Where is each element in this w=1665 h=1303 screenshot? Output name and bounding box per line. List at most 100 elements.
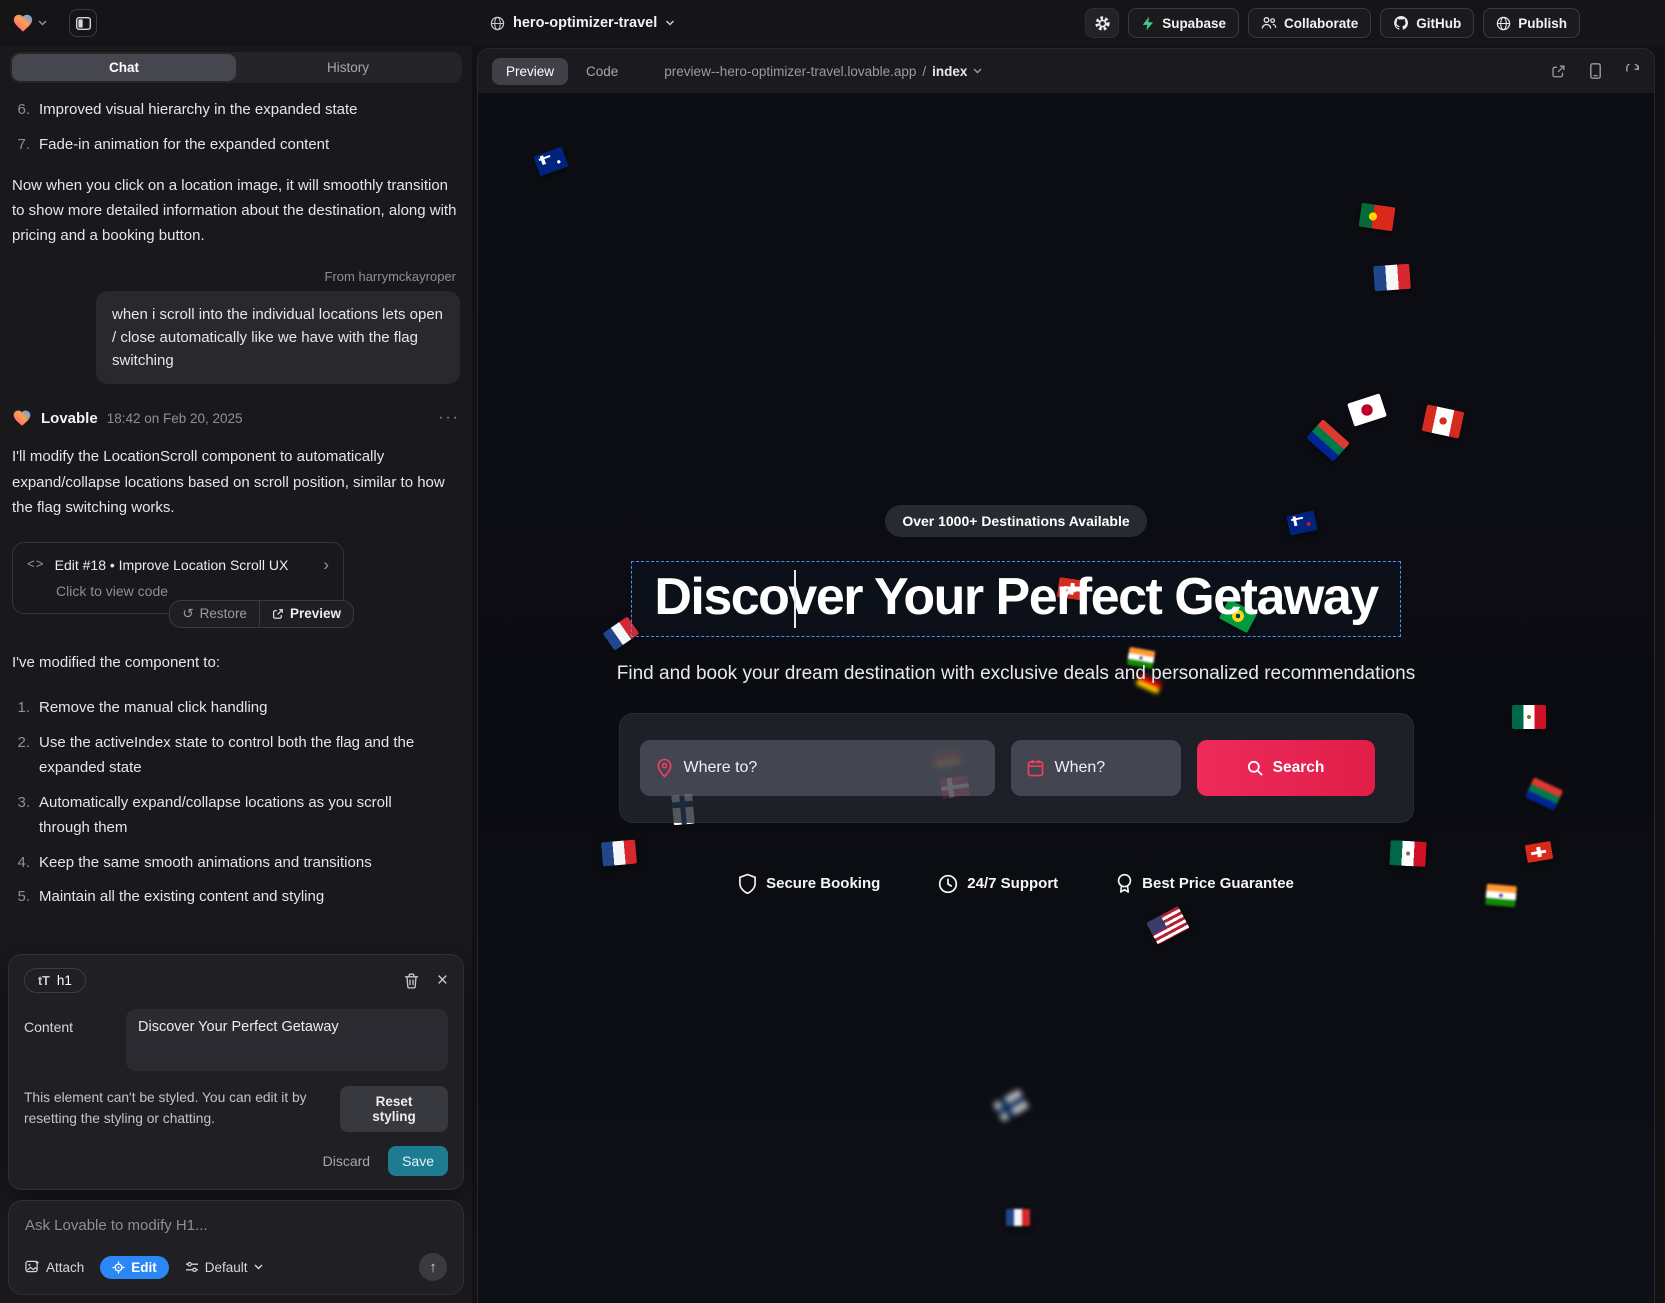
crosshair-icon (112, 1261, 125, 1274)
calendar-icon (1027, 759, 1044, 777)
attach-label: Attach (46, 1260, 84, 1275)
mobile-view-button[interactable] (1590, 63, 1601, 79)
composer-input[interactable] (25, 1217, 447, 1234)
people-icon (1261, 16, 1277, 30)
panel-toggle-icon (76, 17, 91, 30)
preview-url[interactable]: preview--hero-optimizer-travel.lovable.a… (664, 64, 982, 79)
assistant-header: Lovable 18:42 on Feb 20, 2025 ··· (12, 408, 460, 428)
discard-button[interactable]: Discard (311, 1146, 382, 1176)
publish-button[interactable]: Publish (1483, 8, 1580, 38)
tab-history[interactable]: History (236, 54, 460, 81)
element-tag-pill[interactable]: tT h1 (24, 968, 86, 993)
edit-mode-label: Edit (131, 1260, 157, 1275)
location-pin-icon (656, 758, 673, 778)
where-placeholder: Where to? (684, 759, 758, 777)
search-button[interactable]: Search (1197, 740, 1375, 796)
styling-note: This element can't be styled. You can ed… (24, 1088, 328, 1129)
project-name: hero-optimizer-travel (513, 15, 657, 31)
preview-button[interactable]: Preview (260, 601, 353, 627)
project-switcher[interactable]: hero-optimizer-travel (490, 15, 675, 31)
model-label: Default (205, 1260, 248, 1275)
assistant-paragraph: Now when you click on a location image, … (12, 173, 460, 249)
open-in-new-tab-button[interactable] (1551, 64, 1566, 79)
github-icon (1393, 15, 1409, 31)
lovable-logo-menu[interactable] (12, 12, 47, 34)
chevron-down-icon (38, 20, 47, 26)
supabase-bolt-icon (1141, 16, 1155, 31)
flag-us-icon (1146, 906, 1190, 945)
save-button[interactable]: Save (388, 1146, 448, 1176)
assistant-timestamp: 18:42 on Feb 20, 2025 (107, 411, 243, 426)
preview-label: Preview (290, 606, 341, 621)
restore-icon: ↺ (182, 606, 193, 622)
assistant-list-top: 6.Improved visual hierarchy in the expan… (12, 97, 460, 157)
edit-card-subtitle: Click to view code (56, 583, 329, 599)
preview-panel: Preview Code preview--hero-optimizer-tra… (477, 48, 1655, 1303)
edit-card-title: Edit #18 • Improve Location Scroll UX (55, 557, 289, 573)
search-icon (1247, 760, 1263, 776)
list-item: 1.Remove the manual click handling (12, 695, 460, 721)
edit-mode-button[interactable]: Edit (100, 1256, 169, 1279)
feature-support: 24/7 Support (938, 873, 1058, 894)
hero-subtitle: Find and book your dream destination wit… (617, 663, 1415, 685)
tab-chat[interactable]: Chat (12, 54, 236, 81)
selected-element-outline[interactable]: Discover Your Perfect Getaway (631, 561, 1400, 637)
tab-code[interactable]: Code (586, 64, 618, 79)
sliders-icon (185, 1261, 199, 1273)
clock-icon (938, 874, 958, 894)
when-placeholder: When? (1055, 759, 1106, 777)
content-label: Content (24, 1009, 112, 1071)
send-button[interactable]: ↑ (419, 1253, 447, 1281)
feature-label: Best Price Guarantee (1142, 875, 1294, 892)
url-separator: / (922, 64, 926, 79)
globe-icon (490, 16, 505, 31)
chat-messages[interactable]: 6.Improved visual hierarchy in the expan… (10, 83, 462, 942)
settings-button[interactable] (1085, 8, 1119, 38)
github-button[interactable]: GitHub (1380, 8, 1474, 38)
collaborate-button[interactable]: Collaborate (1248, 8, 1371, 38)
hero-section: Over 1000+ Destinations Available Discov… (478, 93, 1604, 894)
text-type-icon: tT (38, 974, 50, 988)
preview-toolbar: Preview Code preview--hero-optimizer-tra… (478, 49, 1654, 93)
feature-best-price: Best Price Guarantee (1116, 873, 1294, 894)
search-card: Where to? When? Search (619, 713, 1414, 823)
list-item: 6.Improved visual hierarchy in the expan… (12, 97, 460, 123)
attach-button[interactable]: Attach (25, 1260, 84, 1275)
flag-fi-icon (993, 1089, 1029, 1122)
model-selector[interactable]: Default (185, 1260, 263, 1275)
hero-title[interactable]: Discover Your Perfect Getaway (654, 567, 1377, 627)
reset-styling-button[interactable]: Reset styling (340, 1086, 448, 1132)
preview-viewport[interactable]: Over 1000+ Destinations Available Discov… (478, 93, 1654, 1303)
chat-sidebar: Chat History 6.Improved visual hierarchy… (0, 46, 472, 1303)
refresh-button[interactable] (1625, 64, 1640, 79)
lovable-avatar (12, 408, 32, 428)
where-input[interactable]: Where to? (640, 740, 995, 796)
restore-button[interactable]: ↺ Restore (170, 601, 259, 627)
publish-label: Publish (1518, 16, 1567, 31)
list-item: 7.Fade-in animation for the expanded con… (12, 132, 460, 158)
topbar: hero-optimizer-travel Supabase Collabora… (0, 0, 1665, 46)
user-message-bubble: when i scroll into the individual locati… (96, 291, 460, 385)
supabase-label: Supabase (1162, 16, 1226, 31)
supabase-button[interactable]: Supabase (1128, 8, 1239, 38)
close-icon[interactable]: × (437, 971, 448, 990)
trash-button[interactable] (404, 973, 419, 989)
content-textarea[interactable]: Discover Your Perfect Getaway (126, 1009, 448, 1071)
feature-secure-booking: Secure Booking (738, 873, 880, 894)
message-menu-button[interactable]: ··· (438, 409, 460, 427)
when-input[interactable]: When? (1011, 740, 1181, 796)
lovable-heart-icon (12, 12, 34, 34)
list-item: 2.Use the activeIndex state to control b… (12, 730, 460, 781)
github-label: GitHub (1416, 16, 1461, 31)
url-path: index (932, 64, 967, 79)
chat-tabbar: Chat History (10, 52, 462, 83)
sidebar-toggle-button[interactable] (69, 9, 97, 37)
tab-preview[interactable]: Preview (492, 58, 568, 85)
chevron-down-icon (973, 68, 982, 74)
url-host: preview--hero-optimizer-travel.lovable.a… (664, 64, 916, 79)
chevron-down-icon (665, 20, 675, 26)
restore-label: Restore (200, 606, 247, 621)
external-link-icon (272, 608, 284, 620)
chevron-right-icon: › (323, 555, 329, 575)
flag-fr-icon (1006, 1209, 1030, 1226)
